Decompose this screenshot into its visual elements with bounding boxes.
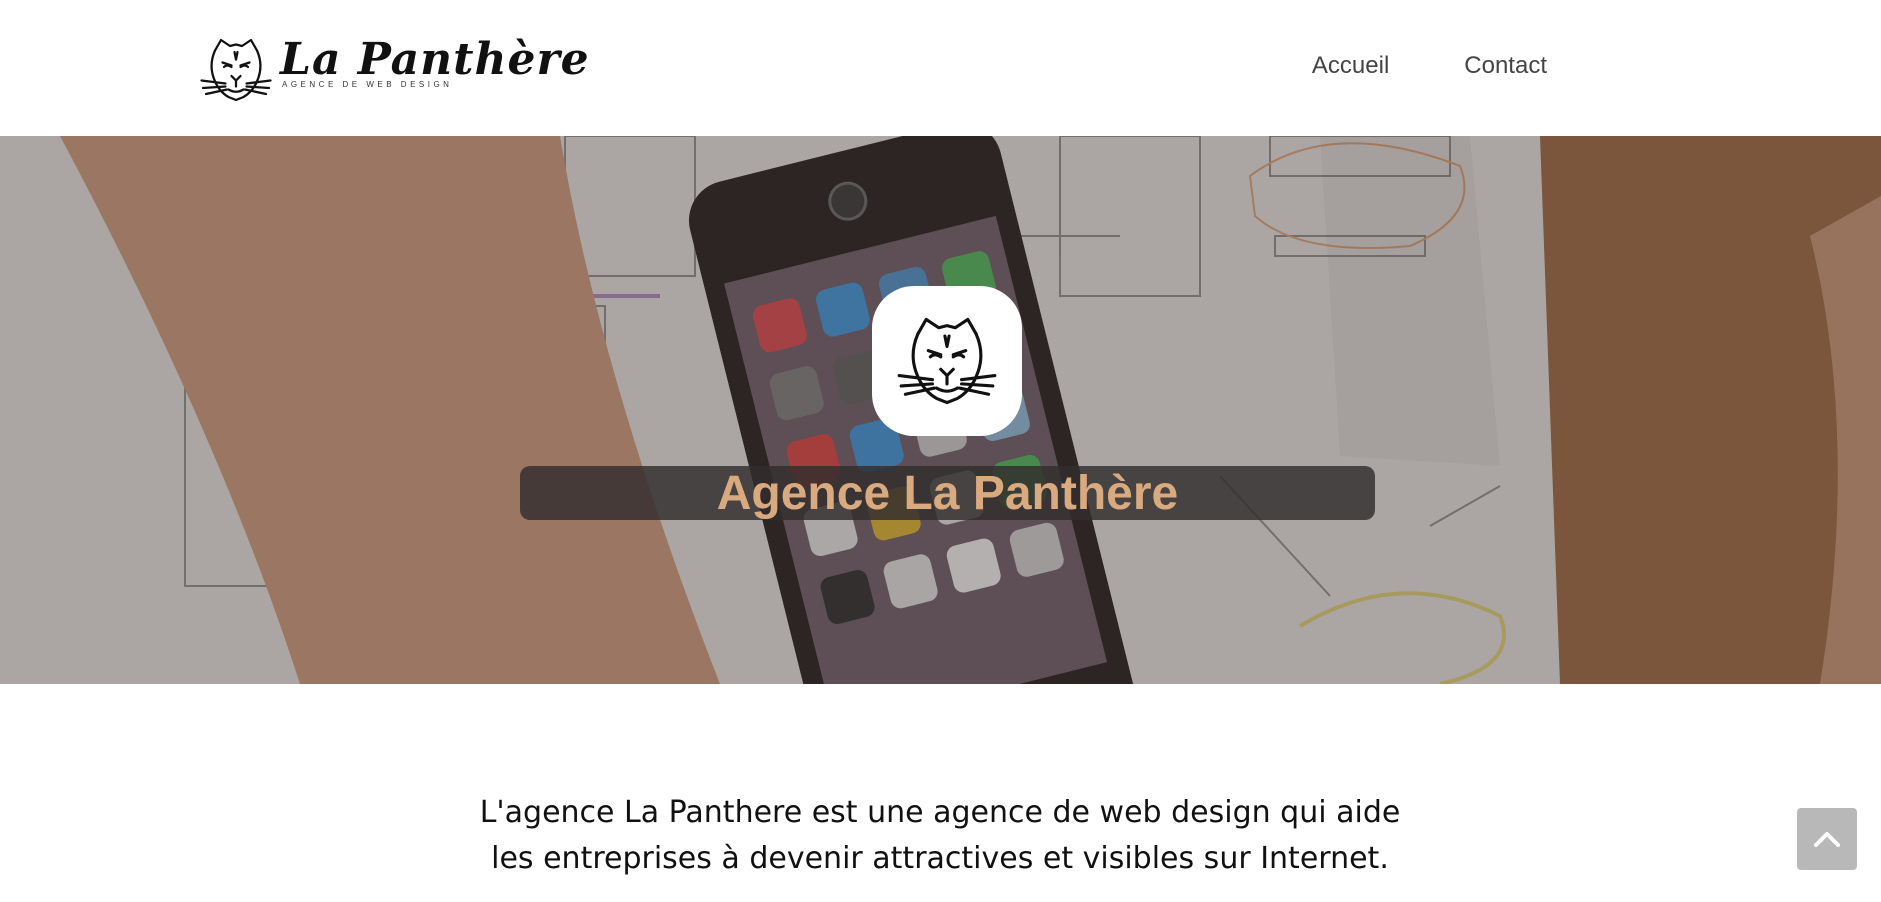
- nav-link-accueil[interactable]: Accueil: [1312, 52, 1389, 80]
- panther-head-icon: [897, 317, 997, 405]
- panther-head-icon: [200, 38, 272, 102]
- hero-title: Agence La Panthère: [716, 466, 1179, 520]
- logo-text: La Panthère AGENCE DE WEB DESIGN: [280, 34, 589, 106]
- intro-line: les entreprises à devenir attractives et…: [491, 841, 1389, 876]
- site-logo[interactable]: La Panthère AGENCE DE WEB DESIGN: [198, 34, 589, 106]
- nav-link-contact[interactable]: Contact: [1464, 52, 1547, 80]
- hero-logo: [872, 286, 1022, 436]
- back-to-top-button[interactable]: [1797, 808, 1857, 870]
- hero-banner: Agence La Panthère: [0, 136, 1881, 684]
- main-nav: Accueil Contact: [1312, 52, 1547, 80]
- logo-name: La Panthère: [280, 34, 590, 85]
- intro-text: L'agence La Panthere est une agence de w…: [440, 790, 1440, 882]
- intro-line: L'agence La Panthere est une agence de w…: [479, 795, 1401, 830]
- site-header: La Panthère AGENCE DE WEB DESIGN Accueil…: [0, 0, 1881, 136]
- chevron-up-icon: [1814, 832, 1840, 847]
- hero-title-box: Agence La Panthère: [520, 466, 1375, 520]
- logo-tagline: AGENCE DE WEB DESIGN: [282, 80, 453, 89]
